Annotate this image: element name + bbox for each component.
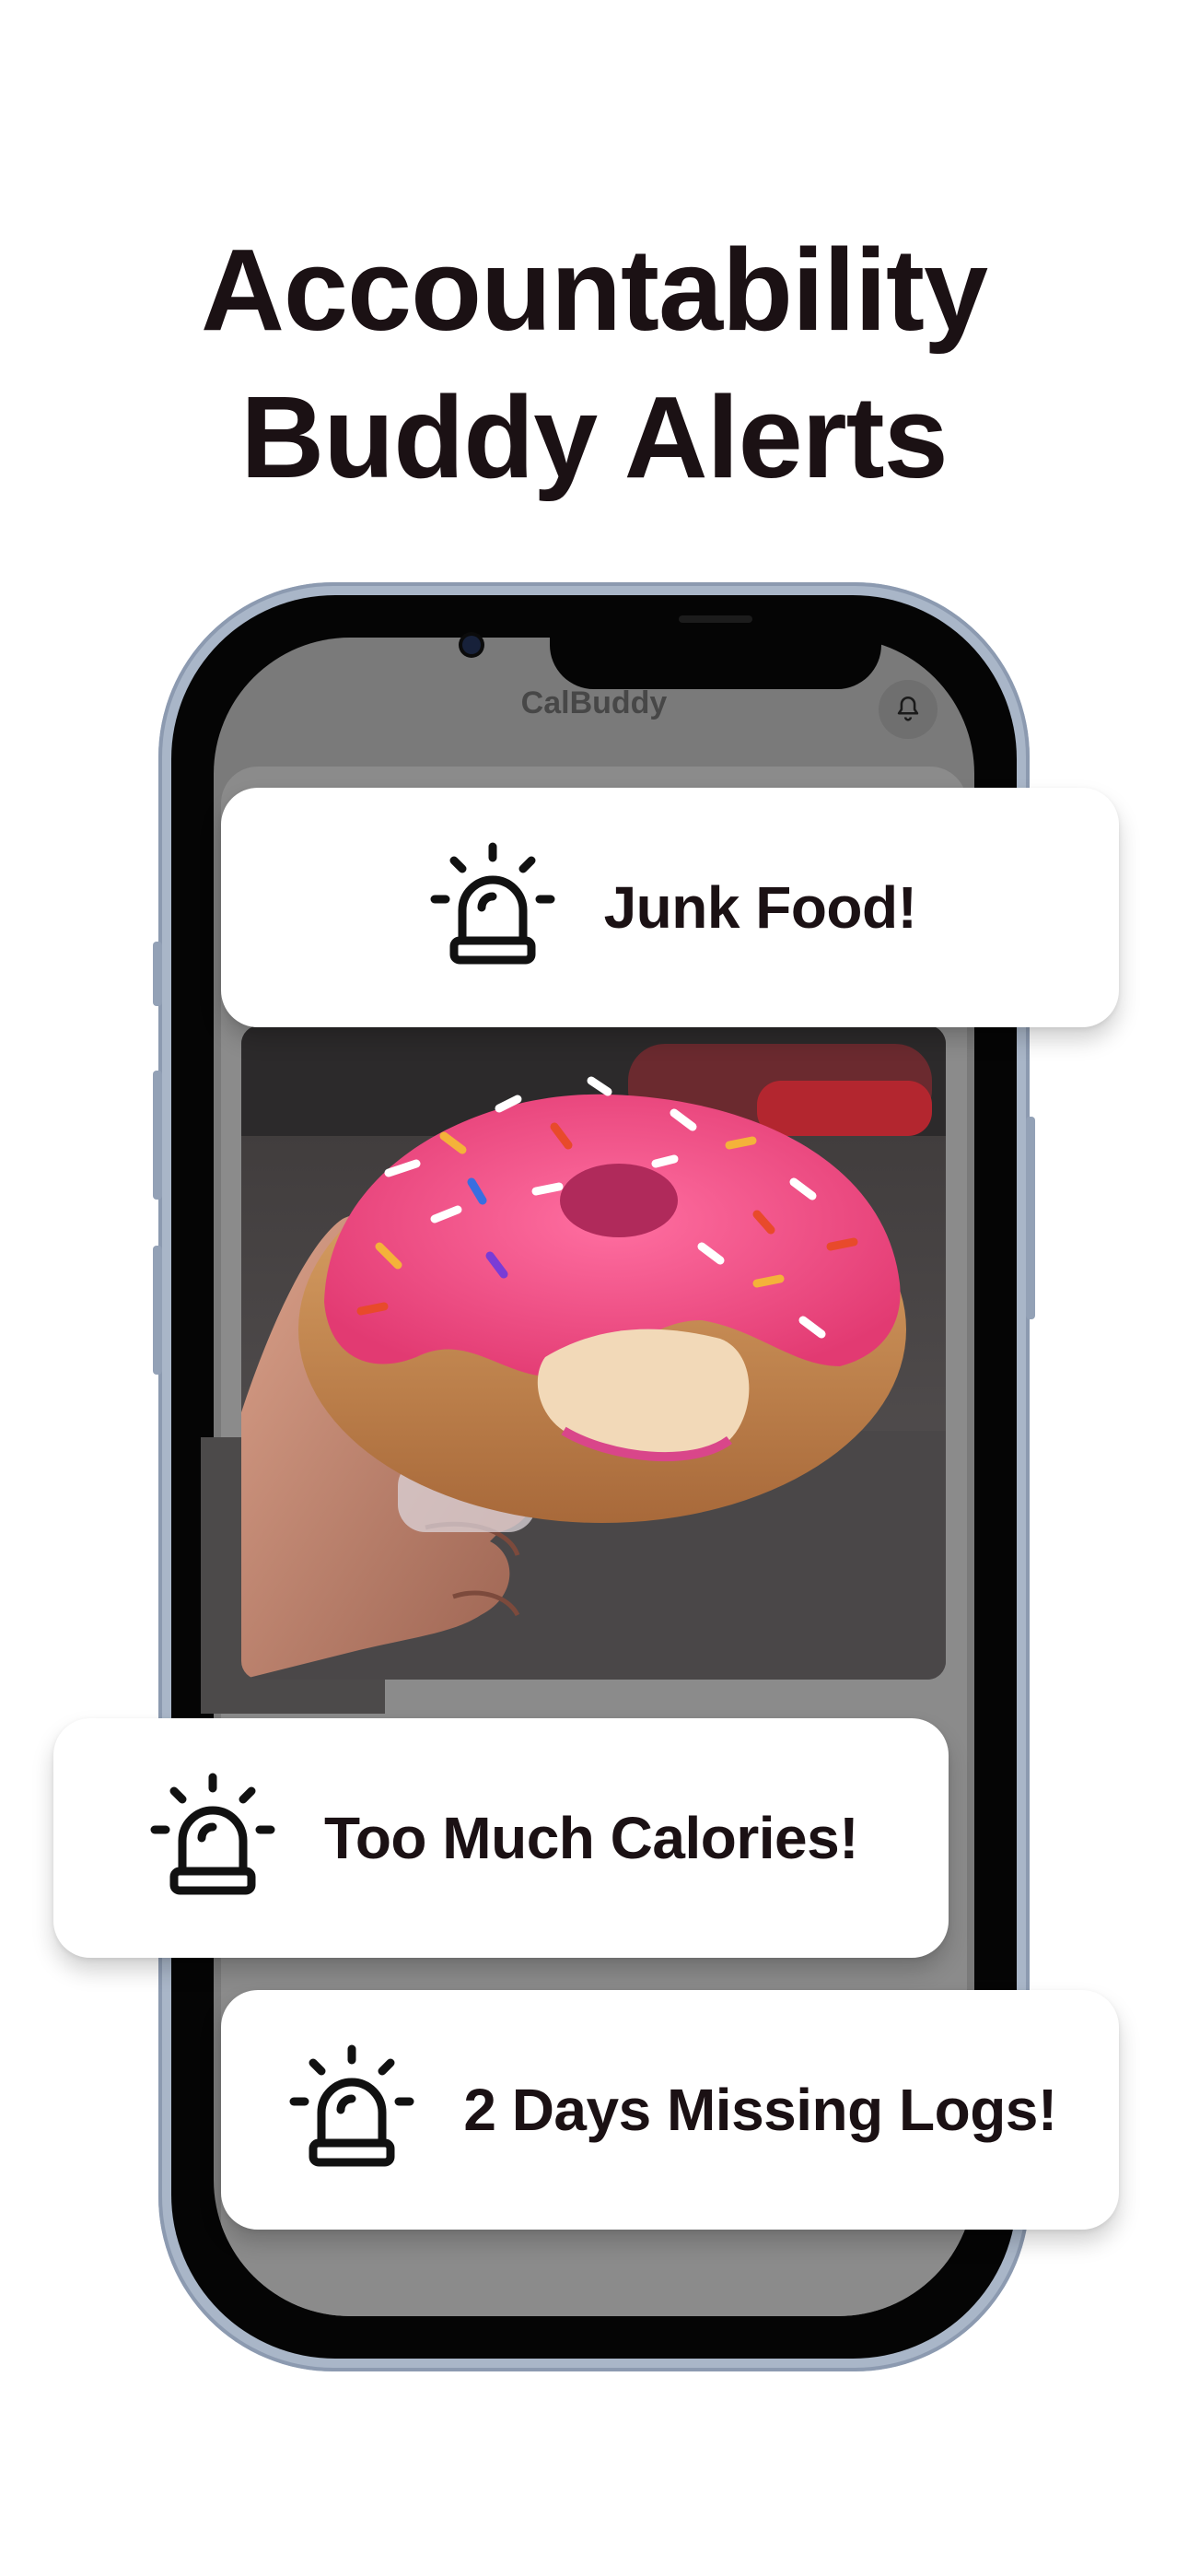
donut-illustration [241, 1025, 946, 1680]
phone-side-button [153, 942, 162, 1006]
siren-icon [289, 2044, 414, 2167]
bell-icon [897, 696, 919, 721]
siren-icon [430, 842, 555, 965]
alert-text-too-much-calories: Too Much Calories! [323, 1805, 859, 1871]
donut-photo [241, 1025, 946, 1680]
alert-card-too-much-calories[interactable]: Too Much Calories! [53, 1718, 949, 1958]
phone-volume-down-button [153, 1246, 162, 1375]
front-camera [462, 636, 481, 654]
alert-card-junk-food[interactable]: Junk Food! [221, 788, 1119, 1027]
app-title: CalBuddy [520, 685, 668, 720]
alert-text-junk-food: Junk Food! [603, 874, 917, 941]
notifications-button[interactable] [879, 680, 938, 739]
phone-volume-up-button [153, 1071, 162, 1200]
headline: Accountability Buddy Alerts [0, 217, 1188, 511]
alert-text-missing-logs: 2 Days Missing Logs! [463, 2077, 1057, 2143]
alert-card-missing-logs[interactable]: 2 Days Missing Logs! [221, 1990, 1119, 2230]
headline-line-1: Accountability [200, 225, 988, 355]
headline-line-2: Buddy Alerts [240, 372, 948, 502]
siren-icon [150, 1773, 275, 1895]
phone-speaker [679, 615, 752, 623]
phone-power-button [1026, 1117, 1035, 1319]
